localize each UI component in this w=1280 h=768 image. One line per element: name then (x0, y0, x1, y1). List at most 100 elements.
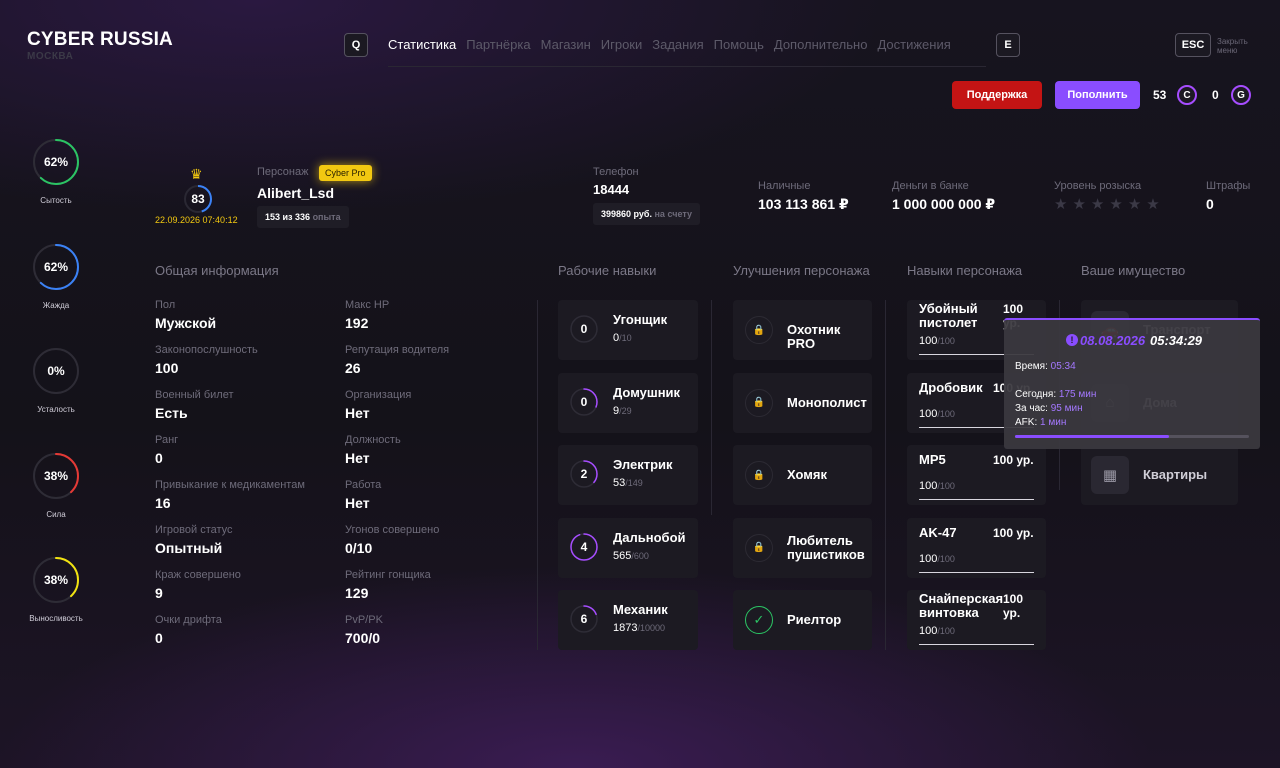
tab-shop[interactable]: Магазин (541, 37, 591, 52)
bank-label: Деньги в банке (892, 180, 969, 192)
deposit-button[interactable]: Пополнить (1055, 81, 1140, 109)
info-label: Пол (155, 299, 176, 311)
nav-divider (388, 66, 986, 67)
tooltip-progress-fill (1015, 435, 1170, 438)
weapon-skill-card[interactable]: AK-47 100 ур. 100/100 (907, 517, 1046, 578)
info-label: Должность (345, 434, 401, 446)
skill-max: /29 (619, 405, 632, 416)
weapon-skill-card[interactable]: Снайперская винтовка 100 ур. 100/100 (907, 590, 1046, 650)
tooltip-time-label: Время: (1015, 361, 1048, 372)
skill-current: 1873 (613, 622, 638, 634)
check-icon: ✓ (745, 606, 773, 634)
fines-value: 0 (1206, 196, 1214, 212)
upgrade-card[interactable]: ✓ Риелтор (733, 590, 872, 650)
upgrade-card[interactable]: 🔒 Любитель пушистиков (733, 517, 872, 578)
tooltip-clock: 05:34:29 (1150, 333, 1203, 348)
tooltip-today-value: 175 мин (1058, 389, 1097, 400)
skill-progress-text: 53/149 (613, 477, 643, 489)
tooltip-today-label: Сегодня: (1015, 389, 1057, 400)
weapon-max: /100 (937, 481, 955, 491)
weapon-skill-card[interactable]: MP5 100 ур. 100/100 (907, 445, 1046, 505)
info-label: Привыкание к медикаментам (155, 479, 305, 491)
upgrade-name: Монополист (787, 394, 867, 410)
currency-g-amount: 0 (1212, 88, 1219, 102)
weapon-progress-bar (919, 571, 1034, 573)
tab-partnership[interactable]: Партнёрка (466, 37, 530, 52)
wanted-star-icon: ★ (1127, 196, 1142, 213)
skill-progress-text: 565/600 (613, 550, 649, 562)
info-label: Очки дрифта (155, 614, 222, 626)
skill-level-ring: 2 (570, 460, 598, 488)
skill-progress-text: 0/10 (613, 332, 632, 344)
info-value: 192 (345, 315, 369, 331)
support-button[interactable]: Поддержка (952, 81, 1042, 109)
tooltip-progress-track (1015, 435, 1249, 438)
info-value: 9 (155, 585, 163, 601)
tab-achievements[interactable]: Достижения (877, 37, 950, 52)
upgrade-card[interactable]: 🔒 Охотник PRO (733, 300, 872, 360)
skill-level-ring: 0 (570, 315, 598, 343)
info-value: Мужской (155, 315, 217, 331)
upgrade-card[interactable]: 🔒 Монополист (733, 372, 872, 433)
info-value: 0 (155, 450, 163, 466)
skill-name: Механик (613, 602, 668, 617)
prev-tab-key[interactable]: Q (344, 33, 368, 57)
work-skill-card[interactable]: 6 Механик 1873/10000 (558, 590, 698, 650)
skill-level: 4 (580, 539, 588, 554)
weapon-name: Снайперская винтовка (919, 591, 1004, 620)
info-label: Игровой статус (155, 524, 233, 536)
logo-subtitle: МОСКВА (27, 51, 74, 62)
weapon-progress-text: 100/100 (919, 625, 955, 637)
upgrades-title: Улучшения персонажа (733, 263, 870, 278)
stat-percent: 62% (43, 260, 69, 274)
column-divider (537, 300, 538, 650)
property-card[interactable]: ▦ Квартиры (1081, 445, 1238, 505)
work-skill-card[interactable]: 2 Электрик 53/149 (558, 445, 698, 505)
close-menu-label: Закрыть меню (1217, 37, 1248, 55)
weapon-progress-text: 100/100 (919, 480, 955, 492)
upgrade-name: Охотник PRO (787, 322, 841, 351)
tooltip-afk-row: AFK: 1 мин (1015, 417, 1066, 428)
tab-quests[interactable]: Задания (652, 37, 703, 52)
tab-additional[interactable]: Дополнительно (774, 37, 868, 52)
phone-balance-chip: 399860 руб. на счету (593, 203, 700, 225)
char-skills-title: Навыки персонажа (907, 263, 1023, 278)
upgrade-card[interactable]: 🔒 Хомяк (733, 445, 872, 505)
tab-players[interactable]: Игроки (601, 37, 643, 52)
weapon-name: Дробовик (919, 379, 983, 395)
tab-statistics[interactable]: Статистика (388, 37, 456, 52)
phone-balance-suffix: на счету (654, 209, 692, 219)
g-coin-icon: G (1231, 85, 1251, 105)
work-skill-card[interactable]: 0 Домушник 9/29 (558, 372, 698, 433)
tooltip-hour-value: 95 мин (1050, 403, 1083, 414)
wanted-star-icon: ★ (1090, 196, 1105, 213)
info-label: PvP/PK (345, 614, 383, 626)
tab-help[interactable]: Помощь (714, 37, 764, 52)
stat-percent: 0% (47, 364, 65, 378)
experience-chip: 153 из 336 опыта (257, 206, 349, 228)
skill-name: Электрик (613, 457, 673, 472)
tooltip-hour-row: За час: 95 мин (1015, 403, 1083, 414)
weapon-current: 100 (919, 552, 938, 565)
info-label: Работа (345, 479, 382, 491)
stat-percent: 38% (43, 469, 69, 483)
tooltip-time-row: Время: 05:34 (1015, 361, 1076, 372)
info-value: 129 (345, 585, 369, 601)
skill-name: Домушник (613, 384, 681, 400)
tooltip-time-value: 05:34 (1050, 361, 1076, 372)
esc-key[interactable]: ESC (1175, 33, 1211, 57)
phone-label: Телефон (593, 166, 639, 178)
skill-name: Дальнобой (613, 529, 686, 545)
wanted-star-icon: ★ (1109, 196, 1123, 213)
cash-value: 103 113 861 ₽ (758, 196, 849, 212)
skill-max: /10 (619, 333, 632, 343)
wanted-star-icon: ★ (1072, 196, 1086, 213)
weapon-name: MP5 (919, 452, 946, 467)
info-label: Ранг (155, 434, 179, 446)
work-skill-card[interactable]: 0 Угонщик 0/10 (558, 300, 698, 360)
weapon-current: 100 (919, 407, 938, 420)
next-tab-key[interactable]: E (996, 33, 1020, 57)
weapon-max: /100 (937, 336, 955, 346)
skill-name: Угонщик (613, 312, 668, 327)
work-skill-card[interactable]: 4 Дальнобой 565/600 (558, 517, 698, 578)
